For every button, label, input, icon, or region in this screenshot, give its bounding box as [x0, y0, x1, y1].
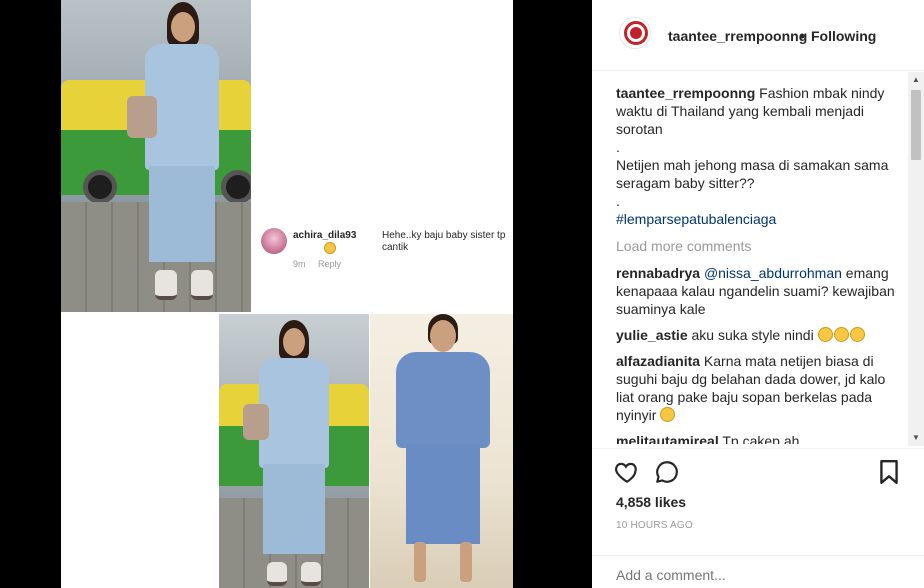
comment-item: alfazadianita Karna mata netijen biasa d…	[616, 352, 906, 424]
comment-username-link[interactable]: yulie_astie	[616, 327, 688, 343]
smile-emoji-icon	[849, 327, 865, 342]
commenter-avatar	[261, 228, 287, 254]
hashtag-link[interactable]: #lemparsepatubalenciaga	[616, 210, 906, 228]
person-figure	[239, 314, 349, 588]
embedded-comment-time: 9m	[293, 259, 306, 269]
account-avatar[interactable]	[619, 17, 651, 49]
comment-username-link[interactable]: alfazadianita	[616, 353, 700, 369]
scroll-up-arrow-icon[interactable]: ▲	[908, 72, 924, 88]
comment-username-link[interactable]: rennabadrya	[616, 265, 700, 281]
load-more-comments-button[interactable]: Load more comments	[616, 237, 906, 255]
post-media: achira_dila93 Hehe..ky baju baby sister …	[0, 0, 592, 588]
post-timestamp[interactable]: 10 HOURS AGO	[616, 520, 693, 531]
heart-icon[interactable]	[614, 459, 640, 485]
grimace-emoji-icon	[660, 407, 676, 422]
caption: taantee_rrempoonng Fashion mbak nindy wa…	[616, 84, 906, 228]
add-comment-input[interactable]	[616, 567, 896, 583]
embedded-comment-screenshot: achira_dila93 Hehe..ky baju baby sister …	[251, 196, 513, 314]
caption-dot: .	[616, 193, 620, 209]
embedded-comment-username: achira_dila93	[293, 230, 357, 241]
photo-street-top	[61, 0, 251, 312]
smile-emoji-icon	[833, 327, 849, 342]
comment-item: yulie_astie aku suka style nindi	[616, 326, 906, 344]
caption-dot: .	[616, 139, 620, 155]
comments-list: taantee_rrempoonng Fashion mbak nindy wa…	[616, 84, 906, 444]
likes-count[interactable]: 4,858 likes	[616, 494, 686, 510]
person-figure	[121, 0, 241, 312]
post-header: taantee_rrempoonng • Following	[592, 0, 924, 71]
header-username-link[interactable]: taantee_rrempoonng	[668, 28, 807, 44]
comments-scrollbar[interactable]: ▲ ▼	[908, 72, 924, 446]
scroll-down-arrow-icon[interactable]: ▼	[908, 430, 924, 446]
photo-street-bottom	[219, 314, 369, 588]
smile-emoji-icon	[817, 327, 833, 342]
speech-bubble-icon[interactable]	[654, 459, 680, 485]
post-actions: 4,858 likes 10 HOURS AGO	[592, 448, 924, 588]
comment-username-link[interactable]: melitautamireal	[616, 433, 719, 444]
photo-uniform	[370, 314, 513, 588]
caption-username-link[interactable]: taantee_rrempoonng	[616, 85, 755, 101]
comment-text: Tp cakep ah..	[718, 433, 808, 444]
comment-item: rennabadrya @nissa_abdurrohman emang ken…	[616, 264, 906, 318]
embedded-reply-link: Reply	[318, 259, 342, 269]
uniform-figure	[384, 314, 502, 588]
post-details-panel: taantee_rrempoonng • Following taantee_r…	[592, 0, 924, 588]
mention-link[interactable]: @nissa_abdurrohman	[704, 265, 842, 281]
caption-text-2: Netijen mah jehong masa di samakan sama …	[616, 157, 889, 191]
comment-text: aku suka style nindi	[687, 327, 814, 343]
header-separator: •	[800, 28, 805, 44]
comment-item: melitautamireal Tp cakep ah..	[616, 432, 906, 444]
embedded-comment-text: Hehe..ky baju baby sister tp cantik	[382, 230, 506, 253]
scrollbar-thumb[interactable]	[911, 90, 921, 160]
post-image[interactable]: achira_dila93 Hehe..ky baju baby sister …	[61, 0, 513, 588]
smile-emoji-icon	[324, 242, 336, 254]
bookmark-icon[interactable]	[878, 459, 900, 485]
following-button[interactable]: Following	[811, 28, 876, 44]
add-comment-row	[592, 555, 924, 588]
